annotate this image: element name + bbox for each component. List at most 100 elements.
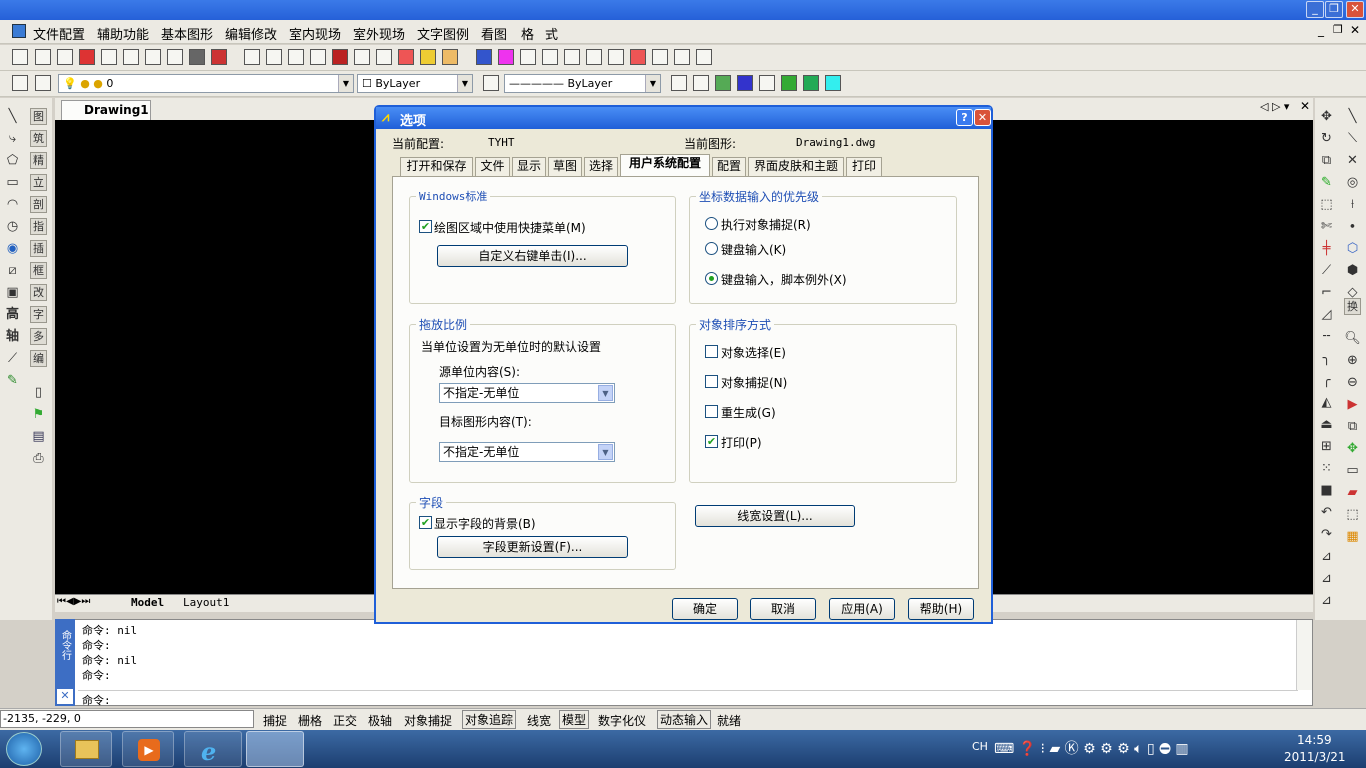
ucs-icon[interactable]: ⊿ (1318, 548, 1335, 565)
tool-icon[interactable] (498, 49, 514, 65)
tab-close-icon[interactable]: ✕ (1300, 99, 1310, 113)
help-button[interactable]: 帮助(H) (908, 598, 974, 620)
sidebar-cn-icon[interactable]: 指 (30, 218, 47, 235)
sort-regen-checkbox[interactable] (705, 405, 718, 418)
toggle-grid[interactable]: 栅格 (298, 712, 322, 729)
tool-icon[interactable] (288, 49, 304, 65)
tool-icon[interactable] (244, 49, 260, 65)
tool-icon[interactable]: ▭ (1344, 462, 1361, 479)
menu-view[interactable]: 看图 (481, 24, 507, 43)
ucs3-icon[interactable]: ⊿ (1318, 592, 1335, 609)
doc-restore-icon[interactable]: ❐ (1333, 23, 1343, 36)
tab-profiles[interactable]: 配置 (712, 157, 746, 176)
tool-icon[interactable] (652, 49, 668, 65)
print-icon[interactable]: ⎙ (30, 450, 47, 467)
help-icon[interactable]: ? (956, 109, 973, 126)
field-background-checkbox[interactable]: ✔ (419, 516, 432, 529)
target-icon[interactable]: ◎ (1344, 174, 1361, 191)
command-scrollbar[interactable] (1296, 620, 1312, 690)
polyline-icon[interactable]: ⤷ (4, 130, 21, 147)
tool-icon[interactable] (376, 49, 392, 65)
layer-manager-icon[interactable] (12, 75, 28, 91)
rotate-icon[interactable]: ↻ (1318, 130, 1335, 147)
chevron-down-icon[interactable]: ▼ (645, 75, 660, 92)
tool-icon[interactable] (57, 49, 73, 65)
tool-icon[interactable] (79, 49, 95, 65)
lineweight-settings-button[interactable]: 线宽设置(L)... (695, 505, 855, 527)
toggle-otrack[interactable]: 对象追踪 (462, 710, 517, 729)
sidebar-cn-icon[interactable]: 精 (30, 152, 47, 169)
linetype-combo[interactable]: ————— ByLayer ▼ (504, 74, 661, 93)
array-icon[interactable]: ⊞ (1318, 438, 1335, 455)
sidebar-cn-icon[interactable]: 编 (30, 350, 47, 367)
move-icon[interactable]: ✥ (1318, 108, 1335, 125)
snap-icon[interactable]: ⟊ (1344, 196, 1361, 213)
tool-icon[interactable] (476, 49, 492, 65)
tool-icon[interactable] (564, 49, 580, 65)
target-units-select[interactable]: 不指定-无单位 ▼ (439, 442, 615, 462)
ok-button[interactable]: 确定 (672, 598, 738, 620)
flag-icon[interactable]: ⚑ (30, 406, 47, 423)
zoom-icon[interactable]: 🔍︎ (1344, 330, 1361, 347)
menu-edit[interactable]: 编辑修改 (225, 24, 277, 43)
measure-icon[interactable]: ⟋ (4, 350, 21, 367)
linetype-manager-icon[interactable] (483, 75, 499, 91)
tool-icon[interactable]: ▰ (1344, 484, 1361, 501)
tool-icon[interactable] (737, 75, 753, 91)
tool-icon[interactable] (101, 49, 117, 65)
menu-format-1[interactable]: 格 (521, 24, 534, 43)
ucs2-icon[interactable]: ⊿ (1318, 570, 1335, 587)
chamfer-icon[interactable]: ╭ (1318, 372, 1335, 389)
sidebar-cn-icon[interactable]: 插 (30, 240, 47, 257)
select-icon[interactable]: ⬚ (1318, 196, 1335, 213)
toggle-tablet[interactable]: 数字化仪 (598, 712, 646, 729)
grid-icon[interactable]: ╪ (1318, 240, 1335, 257)
toggle-polar[interactable]: 极轴 (368, 712, 392, 729)
tool-icon[interactable] (266, 49, 282, 65)
eye-icon[interactable]: ◉ (4, 240, 21, 257)
tool-icon[interactable] (310, 49, 326, 65)
tool-icon[interactable] (608, 49, 624, 65)
toggle-dynamic-input[interactable]: 动态输入 (657, 710, 712, 729)
radio-running-osnap[interactable] (705, 217, 718, 230)
layout-nav-icon[interactable]: ⏮◀▶⏭ (57, 596, 90, 607)
tool-icon[interactable] (420, 49, 436, 65)
sidebar-cn-icon[interactable]: 立 (30, 174, 47, 191)
tool-icon[interactable] (520, 49, 536, 65)
toggle-osnap[interactable]: 对象捕捉 (404, 712, 452, 729)
tool-icon[interactable]: ✥ (1344, 440, 1361, 457)
tool-icon[interactable] (759, 75, 775, 91)
doc-minimize-icon[interactable]: _ (1318, 23, 1324, 37)
tool-icon[interactable] (167, 49, 183, 65)
tool-icon[interactable] (586, 49, 602, 65)
tool-icon[interactable] (35, 49, 51, 65)
tool-icon[interactable]: ✄ (1318, 218, 1335, 235)
tool-icon[interactable] (781, 75, 797, 91)
sidebar-cn-icon[interactable]: 多 (30, 328, 47, 345)
menu-file-config[interactable]: 文件配置 (33, 24, 85, 43)
chevron-down-icon[interactable]: ▼ (598, 385, 613, 401)
zoom-window-icon[interactable]: ▶ (1344, 396, 1361, 413)
pencil-icon[interactable]: ✎ (1318, 174, 1335, 191)
tool-icon[interactable] (12, 49, 28, 65)
arc-icon[interactable]: ◠ (4, 196, 21, 213)
close-icon[interactable]: ✕ (974, 109, 991, 126)
tool-icon[interactable] (715, 75, 731, 91)
tool-icon[interactable]: ▦ (1344, 528, 1361, 545)
color-combo[interactable]: ☐ ByLayer ▼ (357, 74, 473, 93)
copy-icon[interactable]: ⧉ (1318, 152, 1335, 169)
fillet-icon[interactable]: ╮ (1318, 350, 1335, 367)
shortcut-menu-checkbox[interactable]: ✔ (419, 220, 432, 233)
menu-outdoor[interactable]: 室外现场 (353, 24, 405, 43)
radio-keyboard-except-scripts[interactable] (705, 272, 718, 285)
hatch-icon[interactable]: ⧄ (4, 262, 21, 279)
trim-icon[interactable]: ⟋ (1318, 262, 1335, 279)
tool-icon[interactable] (825, 75, 841, 91)
lang-indicator[interactable]: CH (972, 740, 988, 753)
layer-state-icon[interactable] (35, 75, 51, 91)
pen-icon[interactable]: ✎ (4, 372, 21, 389)
sort-object-selection-checkbox[interactable] (705, 345, 718, 358)
save-icon[interactable]: ▤ (30, 428, 47, 445)
tab-open-save[interactable]: 打开和保存 (400, 157, 473, 176)
doc-close-icon[interactable]: ✕ (1350, 23, 1360, 37)
